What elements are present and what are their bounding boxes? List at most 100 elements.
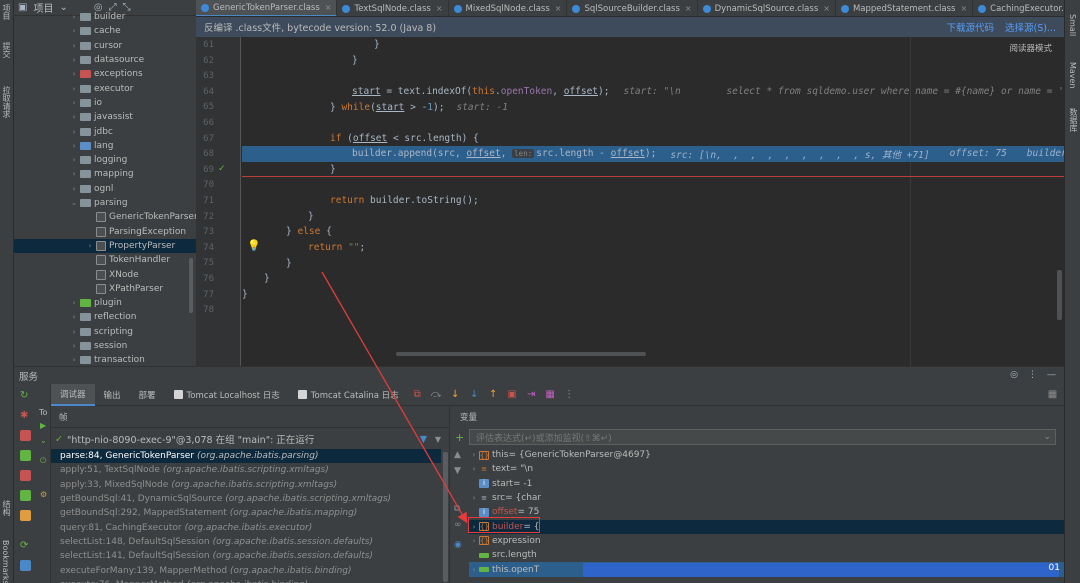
line-number[interactable]: 76	[196, 274, 214, 284]
editor-tab[interactable]: SqlSourceBuilder.class ×	[567, 0, 698, 16]
editor-vertical-scrollbar[interactable]	[1057, 270, 1062, 320]
target-icon[interactable]: ◎	[1010, 370, 1018, 380]
close-icon[interactable]: ×	[685, 4, 692, 13]
settings-icon[interactable]	[20, 510, 31, 521]
variable-row[interactable]: › ≡ src = {char	[469, 491, 1064, 505]
tree-item[interactable]: › jdbc	[14, 124, 113, 138]
chevron-right-icon[interactable]: ›	[70, 342, 78, 350]
arrow-up-icon[interactable]: ▲	[454, 450, 461, 460]
editor-tab[interactable]: DynamicSqlSource.class ×	[698, 0, 836, 16]
tree-item[interactable]: › datasource	[14, 53, 145, 67]
chevron-right-icon[interactable]: ›	[70, 128, 78, 136]
tree-item[interactable]: › exceptions	[14, 67, 143, 81]
line-number[interactable]: 78	[196, 305, 214, 315]
tool-window-commit[interactable]: 提交	[1, 42, 12, 58]
stack-frame[interactable]: apply:51, TextSqlNode (org.apache.ibatis.…	[51, 463, 441, 477]
chevron-right-icon[interactable]: ›	[70, 113, 78, 121]
line-number[interactable]: 73	[196, 227, 214, 237]
minimize-icon[interactable]: —	[1047, 370, 1056, 380]
evaluate-icon[interactable]: ▦	[545, 389, 556, 400]
close-icon[interactable]: ×	[436, 4, 443, 13]
tree-item[interactable]: XPathParser	[14, 282, 163, 296]
editor-horizontal-scrollbar[interactable]	[396, 352, 646, 356]
resume-icon[interactable]: ▶	[40, 421, 46, 430]
drop-frame-icon[interactable]: ▣	[507, 389, 518, 400]
frames-scrollbar[interactable]	[443, 452, 448, 582]
tree-item[interactable]: ParsingException	[14, 225, 186, 239]
line-number[interactable]: 66	[196, 118, 214, 128]
chevron-right-icon[interactable]: ›	[70, 13, 78, 21]
chevron-right-icon[interactable]: ›	[70, 156, 78, 164]
step-over-icon[interactable]: ⤼	[431, 389, 442, 400]
code-editor[interactable]: 61 62 63 64 65 66 67 68 69 70 71 72 73 74 75 76 77 78 阅读器…	[196, 37, 1064, 366]
variable-row[interactable]: ›{} builder = {	[469, 519, 1064, 534]
restart-icon[interactable]: ⟳	[20, 540, 31, 551]
tab-tomcat-catalina-log[interactable]: Tomcat Catalina 日志	[289, 384, 408, 406]
more-icon[interactable]: ⋮	[564, 389, 575, 400]
eye-icon[interactable]: ◉	[454, 540, 462, 550]
variable-row[interactable]: ›{} expression	[469, 534, 1064, 548]
close-icon[interactable]: ×	[823, 4, 830, 13]
tool-window-pull-requests[interactable]: 拉取请求	[1, 86, 12, 118]
variable-row[interactable]: src.length	[469, 548, 1064, 562]
chevron-right-icon[interactable]: ›	[469, 451, 479, 459]
add-watch-icon[interactable]: +	[455, 431, 464, 444]
thread-selector[interactable]: ✓ "http-nio-8090-exec-9"@3,078 在组 "main"…	[51, 430, 449, 448]
chevron-right-icon[interactable]: ›	[70, 185, 78, 193]
group-icon[interactable]	[20, 490, 31, 501]
tool-window-database[interactable]: 数据库	[1068, 108, 1079, 132]
stack-frame[interactable]: getBoundSql:41, DynamicSqlSource (org.apa…	[51, 492, 441, 506]
line-number[interactable]: 65	[196, 102, 214, 112]
deploy-icon[interactable]	[20, 450, 31, 461]
services-tree-tomcat[interactable]: To	[39, 408, 47, 417]
tab-deploy[interactable]: 部署	[130, 384, 165, 406]
chevron-right-icon[interactable]: ›	[469, 537, 479, 545]
arrow-down-icon[interactable]: ▼	[454, 466, 461, 476]
gear-icon[interactable]: ⚙	[40, 490, 47, 499]
line-number[interactable]: 62	[196, 56, 214, 66]
tree-item[interactable]: › mapping	[14, 167, 134, 181]
line-number[interactable]: 68	[196, 149, 214, 159]
tool-window-project[interactable]: 项目	[1, 4, 12, 20]
evaluate-expression-input[interactable]: 评估表达式(↵)或添加监视(⇧⌘↵) ⌄	[469, 429, 1056, 445]
tab-debugger[interactable]: 调试器	[51, 383, 95, 406]
line-number[interactable]: 61	[196, 40, 214, 50]
tree-item[interactable]: › cursor	[14, 39, 123, 53]
close-icon[interactable]: ×	[960, 4, 967, 13]
tree-item[interactable]: › PropertyParser	[14, 238, 196, 254]
chevron-right-icon[interactable]: ›	[70, 27, 78, 35]
tab-output[interactable]: 输出	[95, 384, 130, 406]
close-icon[interactable]: ×	[555, 4, 562, 13]
chevron-right-icon[interactable]: ›	[70, 299, 78, 307]
line-number[interactable]: 71	[196, 196, 214, 206]
editor-tab[interactable]: CachingExecutor.class×	[973, 0, 1064, 16]
restore-layout-icon[interactable]: ⧉	[412, 389, 423, 400]
variable-row[interactable]: i offset = 75	[469, 505, 1064, 519]
tree-item[interactable]: › lang	[14, 139, 114, 153]
line-number[interactable]: 72	[196, 212, 214, 222]
chevron-right-icon[interactable]: ›	[70, 356, 78, 364]
layout-grid-icon[interactable]: ▦	[1047, 389, 1058, 400]
tool-window-maven[interactable]: Maven	[1068, 62, 1077, 89]
choose-source-link[interactable]: 选择源(S)...	[1005, 20, 1056, 34]
editor-gutter[interactable]: 61 62 63 64 65 66 67 68 69 70 71 72 73 74 75 76 77 78	[196, 37, 240, 366]
chevron-down-icon[interactable]: ▼	[435, 435, 441, 444]
chevron-right-icon[interactable]: ›	[70, 42, 78, 50]
chevron-right-icon[interactable]: ›	[70, 328, 78, 336]
chevron-right-icon[interactable]: ›	[70, 142, 78, 150]
tool-window-bookmarks[interactable]: Bookmarks	[1, 540, 10, 583]
copy-icon[interactable]: ⧉	[454, 504, 460, 514]
tab-tomcat-localhost-log[interactable]: Tomcat Localhost 日志	[165, 384, 289, 406]
chevron-right-icon[interactable]: ›	[70, 313, 78, 321]
stack-frame[interactable]: selectList:148, DefaultSqlSession (org.ap…	[51, 535, 441, 549]
chevron-right-icon[interactable]: ›	[469, 566, 479, 574]
chevron-right-icon[interactable]: ›	[70, 56, 78, 64]
editor-tab[interactable]: MappedStatement.class ×	[836, 0, 974, 16]
filter-icon[interactable]: ▼	[420, 434, 427, 445]
stop-icon[interactable]	[20, 430, 31, 441]
step-into-icon[interactable]: ↓	[450, 389, 461, 400]
chevron-right-icon[interactable]: ›	[86, 242, 94, 250]
stack-frame[interactable]: selectList:141, DefaultSqlSession (org.ap…	[51, 549, 441, 563]
tree-item[interactable]: › ognl	[14, 182, 114, 196]
chevron-down-icon[interactable]: ⌄	[70, 199, 78, 207]
